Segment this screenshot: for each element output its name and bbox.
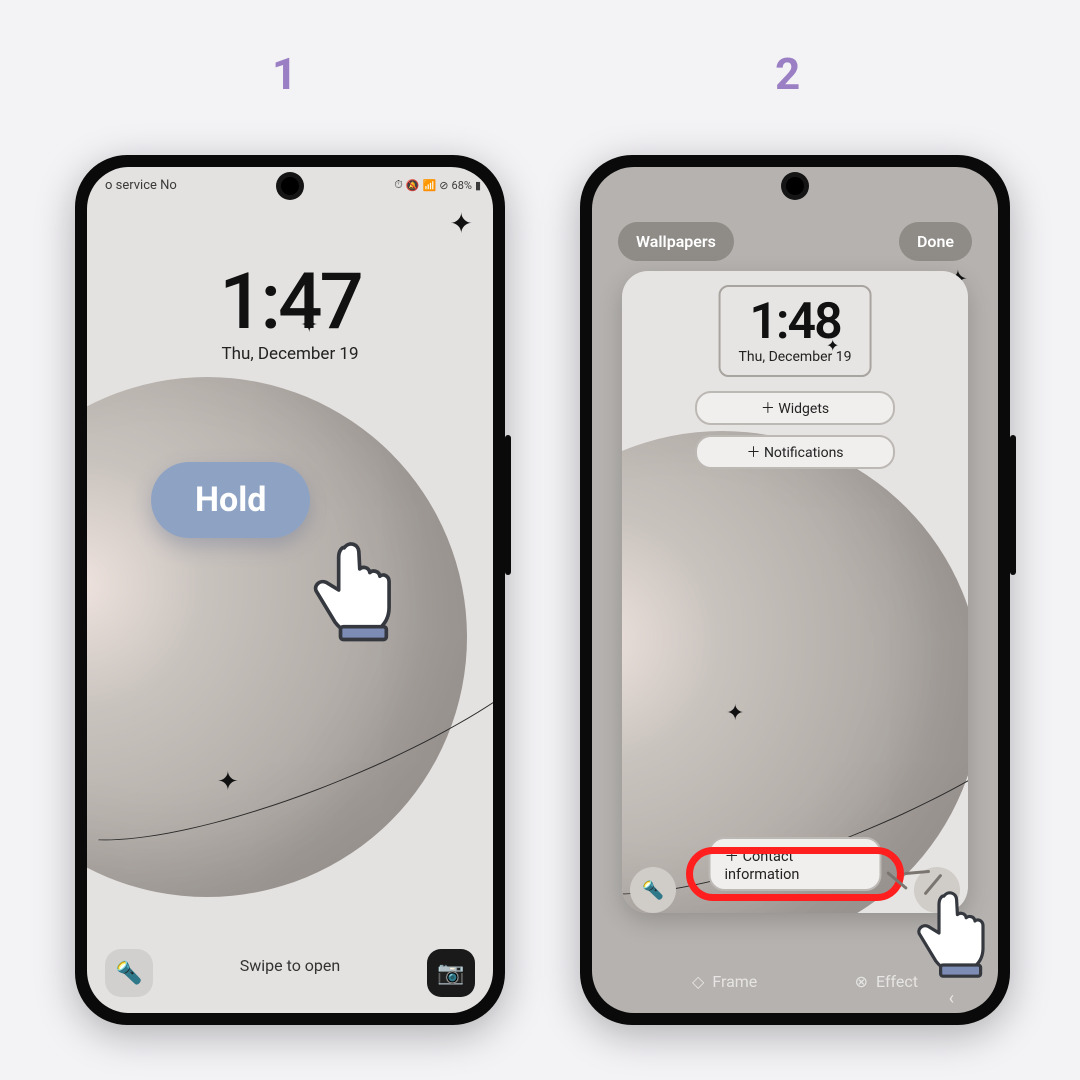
front-camera-hole [786,177,804,195]
flashlight-shortcut[interactable]: 🔦 [105,949,153,997]
done-button[interactable]: Done [899,222,972,261]
camera-shortcut[interactable]: 📷 [427,949,475,997]
lockscreen-date: Thu, December 19 [87,344,493,364]
highlight-ring [686,847,904,901]
phone-frame-1: o service No ⏱ 🔕 📶 ⊘ 68% ▮ ✦ 1:47 Thu, D… [75,155,505,1025]
phone-frame-2: Wallpapers Done ✦ ✦ 1:48 Thu, December 1… [580,155,1010,1025]
step-number-2: 2 [775,48,800,100]
lockscreen-editor: Wallpapers Done ✦ ✦ 1:48 Thu, December 1… [592,167,998,1013]
battery-text: 68% [452,179,472,192]
lockscreen[interactable]: o service No ⏱ 🔕 📶 ⊘ 68% ▮ ✦ 1:47 Thu, D… [87,167,493,1013]
hold-tooltip: Hold [151,462,310,538]
status-icons: ⏱ 🔕 📶 ⊘ 68% ▮ [394,178,481,192]
flashlight-shortcut-slot[interactable]: 🔦 [630,867,676,913]
carrier-text: o service No [105,178,177,193]
frame-icon: ◇ [692,972,704,991]
lockscreen-preview-card[interactable]: ✦ 1:48 Thu, December 19 ✦ ＋ Widgets ＋ No… [622,271,968,913]
pointing-hand-icon [302,535,412,649]
sparkle-icon: ✦ [826,336,839,355]
frame-label: Frame [712,972,757,991]
step-number-1: 1 [272,48,297,100]
wallpapers-button[interactable]: Wallpapers [618,222,734,261]
back-caret-icon[interactable]: ‹ [949,988,954,1009]
clock-widget-editable[interactable]: 1:48 Thu, December 19 ✦ [719,285,872,377]
no-data-icon: ⊘ [439,179,448,192]
battery-icon: ▮ [475,179,481,192]
sparkle-icon: ✦ [217,767,239,797]
alarm-icon: ⏱ [394,178,403,192]
sparkle-icon: ✦ [726,701,744,726]
add-widgets-button[interactable]: ＋ Widgets [695,391,895,425]
add-notifications-button[interactable]: ＋ Notifications [695,435,895,469]
front-camera-hole [281,177,299,195]
sparkle-icon: ✦ [300,313,318,338]
frame-button[interactable]: ◇ Frame [692,972,757,991]
lockscreen-clock: 1:47 [87,257,493,348]
effect-icon: ⊗ [855,972,868,991]
mute-icon: 🔕 [406,179,420,192]
wifi-icon: 📶 [423,179,437,192]
pointing-hand-icon [907,885,998,985]
sparkle-icon: ✦ [450,207,473,240]
